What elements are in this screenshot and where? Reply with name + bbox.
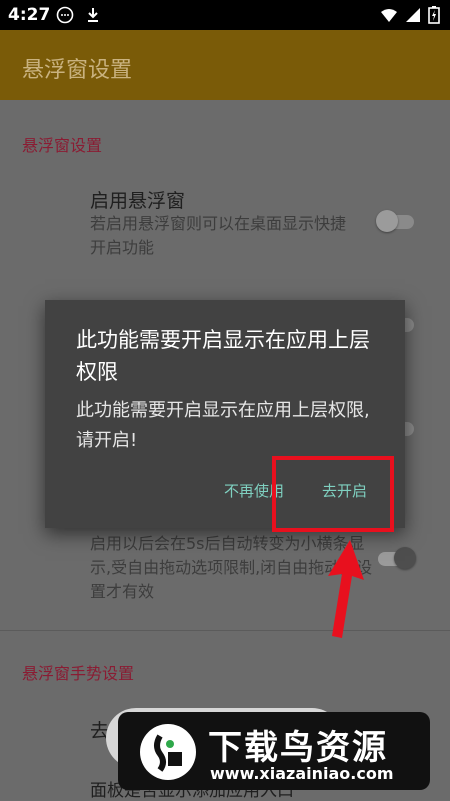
section-title-gesture: 悬浮窗手势设置 [22, 664, 135, 683]
section-divider [0, 630, 450, 631]
pref-enable-title: 启用悬浮窗 [90, 190, 186, 212]
bird-logo-icon [140, 724, 196, 780]
watermark-text: 下载鸟资源 [208, 728, 388, 768]
app-bar: 悬浮窗设置 [0, 30, 450, 100]
battery-icon [428, 6, 440, 24]
signal-icon [406, 8, 420, 22]
wifi-icon [381, 9, 397, 22]
section-title-floating: 悬浮窗设置 [22, 136, 103, 155]
app-title: 悬浮窗设置 [22, 58, 133, 83]
status-bar: 4:27 [0, 0, 450, 30]
watermark-panel: 下载鸟资源 www.xiazainiao.com [118, 712, 430, 790]
dialog-title: 此功能需要开启显示在应用上层权限 [76, 328, 370, 384]
pref-enable-summary: 若启用悬浮窗则可以在桌面显示快捷开启功能 [90, 214, 347, 257]
message-icon [56, 6, 74, 24]
dialog-message: 此功能需要开启显示在应用上层权限,请开启! [76, 400, 370, 451]
download-icon [88, 8, 98, 22]
arrow-up-icon [328, 540, 364, 638]
highlight-box [272, 456, 394, 532]
enable-floating-switch[interactable] [376, 210, 414, 232]
auto-collapse-switch[interactable] [378, 547, 416, 569]
watermark-url: www.xiazainiao.com [210, 764, 394, 783]
status-time: 4:27 [8, 5, 51, 25]
